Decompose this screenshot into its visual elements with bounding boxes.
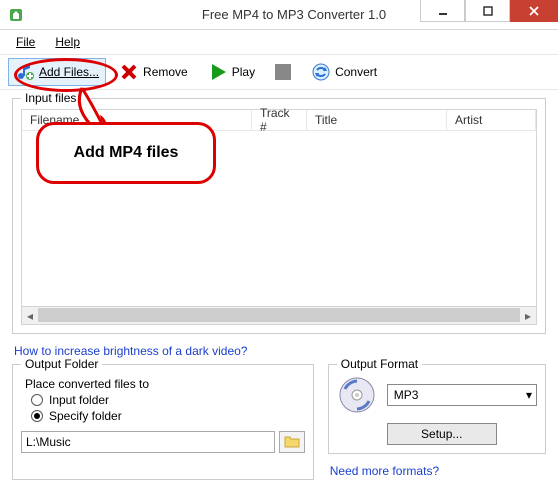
format-selected: MP3 bbox=[394, 388, 419, 402]
radio-specify-folder-label: Specify folder bbox=[49, 409, 122, 423]
menu-file[interactable]: File bbox=[8, 33, 43, 51]
toolbar: Add Files... Remove Play Convert bbox=[0, 54, 558, 90]
output-format-legend: Output Format bbox=[337, 357, 422, 371]
play-button[interactable]: Play bbox=[201, 58, 262, 86]
remove-label: Remove bbox=[143, 65, 188, 79]
browse-button[interactable] bbox=[279, 431, 305, 453]
output-folder-group: Output Folder Place converted files to I… bbox=[12, 364, 314, 480]
add-files-button[interactable]: Add Files... bbox=[8, 58, 106, 86]
convert-button[interactable]: Convert bbox=[304, 58, 384, 86]
callout-text: Add MP4 files bbox=[74, 144, 179, 162]
remove-button[interactable]: Remove bbox=[112, 58, 195, 86]
convert-icon bbox=[311, 62, 331, 82]
radio-input-folder-label: Input folder bbox=[49, 393, 109, 407]
callout-bubble: Add MP4 files bbox=[36, 122, 216, 184]
music-add-icon bbox=[15, 62, 35, 82]
titlebar: Free MP4 to MP3 Converter 1.0 bbox=[0, 0, 558, 30]
app-icon bbox=[8, 7, 24, 23]
output-folder-legend: Output Folder bbox=[21, 357, 102, 371]
stop-button[interactable] bbox=[268, 58, 298, 86]
output-path-input[interactable]: L:\Music bbox=[21, 431, 275, 453]
add-files-label: Add Files... bbox=[39, 65, 99, 79]
radio-input-folder[interactable]: Input folder bbox=[31, 393, 305, 407]
col-title[interactable]: Title bbox=[307, 110, 447, 130]
brightness-link[interactable]: How to increase brightness of a dark vid… bbox=[14, 344, 247, 358]
place-files-label: Place converted files to bbox=[25, 377, 305, 391]
window-controls bbox=[420, 0, 558, 22]
folder-icon bbox=[284, 434, 300, 451]
close-button[interactable] bbox=[510, 0, 558, 22]
scroll-thumb[interactable] bbox=[38, 308, 520, 322]
output-format-container: Output Format MP3 ▾ Setup... Need more f… bbox=[328, 364, 546, 484]
maximize-button[interactable] bbox=[465, 0, 510, 22]
col-artist[interactable]: Artist bbox=[447, 110, 536, 130]
radio-checked-icon bbox=[31, 410, 43, 422]
scroll-left-icon[interactable]: ◂ bbox=[22, 308, 38, 324]
play-label: Play bbox=[232, 65, 255, 79]
setup-button[interactable]: Setup... bbox=[387, 423, 497, 445]
col-track[interactable]: Track # bbox=[252, 110, 307, 130]
radio-icon bbox=[31, 394, 43, 406]
radio-specify-folder[interactable]: Specify folder bbox=[31, 409, 305, 423]
menu-help[interactable]: Help bbox=[47, 33, 88, 51]
format-select[interactable]: MP3 ▾ bbox=[387, 384, 537, 406]
play-icon bbox=[208, 62, 228, 82]
chevron-down-icon: ▾ bbox=[526, 388, 532, 402]
horizontal-scrollbar[interactable]: ◂ ▸ bbox=[21, 307, 537, 325]
more-formats-link[interactable]: Need more formats? bbox=[330, 464, 439, 478]
remove-icon bbox=[119, 62, 139, 82]
stop-icon bbox=[275, 64, 291, 80]
convert-label: Convert bbox=[335, 65, 377, 79]
menubar: File Help bbox=[0, 30, 558, 54]
output-format-group: Output Format MP3 ▾ Setup... bbox=[328, 364, 546, 454]
cd-icon bbox=[337, 375, 377, 415]
scroll-right-icon[interactable]: ▸ bbox=[520, 308, 536, 324]
minimize-button[interactable] bbox=[420, 0, 465, 22]
